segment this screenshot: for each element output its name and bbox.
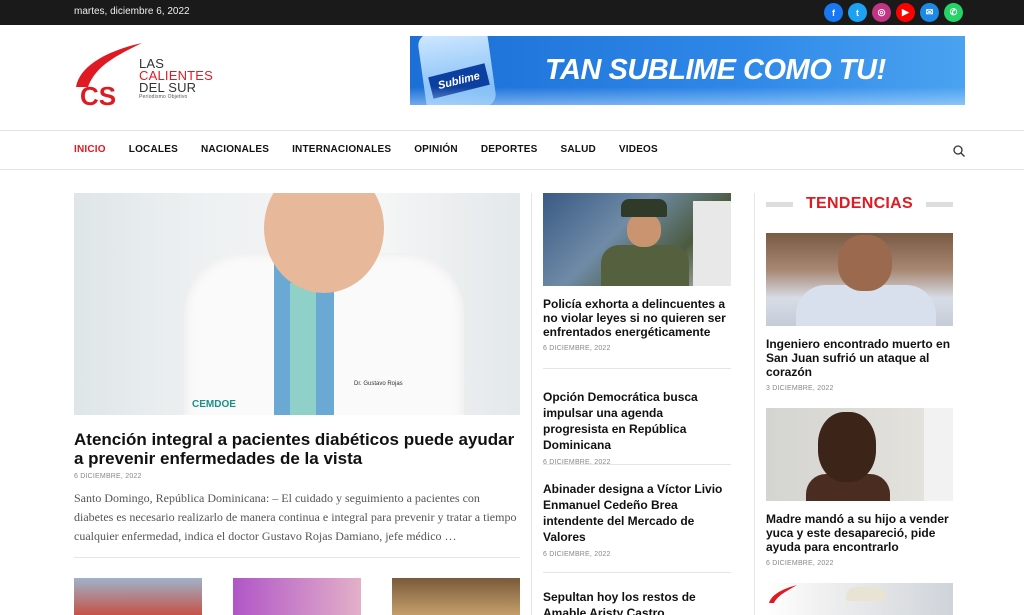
main-nav: INICIO LOCALES NACIONALES INTERNACIONALE… [0, 131, 1024, 170]
nav-item-inicio[interactable]: INICIO [74, 144, 106, 155]
nav-item-opinion[interactable]: OPINIÓN [414, 144, 458, 155]
trending-date: 6 DICIEMBRE, 2022 [766, 560, 834, 567]
image-badge: CEMDOE [192, 399, 236, 410]
article-title[interactable]: Opción Democrática busca impulsar una ag… [543, 389, 731, 453]
middle-column [543, 193, 731, 286]
article-image[interactable] [543, 193, 731, 286]
email-icon[interactable]: ✉ [920, 3, 939, 22]
column-divider [531, 193, 532, 615]
hero-title[interactable]: Atención integral a pacientes diabéticos… [74, 430, 520, 468]
nav-item-salud[interactable]: SALUD [560, 144, 595, 155]
trending-item: Madre mandó a su hijo a vender yuca y es… [766, 408, 953, 567]
hero-date: 6 DICIEMBRE, 2022 [74, 473, 142, 480]
nav-item-internacionales[interactable]: INTERNACIONALES [292, 144, 391, 155]
twitter-icon[interactable]: t [848, 3, 867, 22]
image-name-tag: Dr. Gustavo Rojas [354, 381, 403, 387]
top-bar: martes, diciembre 6, 2022 f t ◎ ▶ ✉ ✆ [0, 0, 1024, 25]
logo-tagline: Periodismo Objetivo [139, 94, 188, 100]
hero-image[interactable]: CEMDOE Dr. Gustavo Rojas [74, 193, 520, 415]
divider [543, 368, 731, 369]
instagram-icon[interactable]: ◎ [872, 3, 891, 22]
logo-text: LAS CALIENTES DEL SUR Periodismo Objetiv… [139, 57, 213, 101]
current-date: martes, diciembre 6, 2022 [74, 6, 190, 17]
logo-line-3: DEL SUR [139, 80, 197, 95]
trending-label: TENDENCIAS [805, 195, 913, 212]
ad-banner[interactable]: Sublime TAN SUBLIME COMO TU! [410, 36, 965, 105]
divider [74, 557, 520, 558]
thumbnail-row [74, 578, 520, 615]
trending-title[interactable]: Ingeniero encontrado muerto en San Juan … [766, 337, 953, 379]
site-header: CS LAS CALIENTES DEL SUR Periodismo Obje… [0, 25, 1024, 131]
article-title[interactable]: Sepultan hoy los restos de Amable Aristy… [543, 589, 731, 615]
article-date: 6 DICIEMBRE, 2022 [543, 345, 611, 352]
divider [543, 464, 731, 465]
logo-mark-icon: CS [76, 43, 142, 111]
logo-initials: CS [80, 81, 116, 111]
article-title[interactable]: Abinader designa a Víctor Livio Enmanuel… [543, 481, 731, 545]
article-card: Abinader designa a Víctor Livio Enmanuel… [543, 481, 731, 558]
thumbnail-1[interactable] [74, 578, 202, 615]
nav-item-locales[interactable]: LOCALES [129, 144, 178, 155]
logo-mark-icon [769, 585, 797, 603]
nav-item-deportes[interactable]: DEPORTES [481, 144, 538, 155]
trending-heading: TENDENCIAS [766, 195, 953, 213]
banner-wave [410, 87, 965, 105]
thumbnail-2[interactable] [233, 578, 361, 615]
social-links: f t ◎ ▶ ✉ ✆ [824, 3, 963, 22]
trending-title[interactable]: Madre mandó a su hijo a vender yuca y es… [766, 512, 953, 554]
nav-item-nacionales[interactable]: NACIONALES [201, 144, 269, 155]
column-divider [754, 193, 755, 615]
divider [543, 572, 731, 573]
banner-slogan: TAN SUBLIME COMO TU! [545, 54, 886, 86]
whatsapp-icon[interactable]: ✆ [944, 3, 963, 22]
trending-date: 3 DICIEMBRE, 2022 [766, 385, 834, 392]
hero-excerpt: Santo Domingo, República Dominicana: – E… [74, 491, 517, 543]
facebook-icon[interactable]: f [824, 3, 843, 22]
trending-image[interactable] [766, 583, 953, 615]
article-card: Policía exhorta a delincuentes a no viol… [543, 297, 731, 352]
article-card: Sepultan hoy los restos de Amable Aristy… [543, 589, 731, 615]
article-title[interactable]: Policía exhorta a delincuentes a no viol… [543, 297, 731, 339]
trending-image[interactable] [766, 408, 953, 501]
search-icon[interactable] [953, 145, 965, 157]
trending-item: Ingeniero encontrado muerto en San Juan … [766, 233, 953, 392]
nav-item-videos[interactable]: VIDEOS [619, 144, 658, 155]
article-date: 6 DICIEMBRE, 2022 [543, 551, 611, 558]
thumbnail-3[interactable] [392, 578, 520, 615]
article-card: Opción Democrática busca impulsar una ag… [543, 389, 731, 466]
youtube-icon[interactable]: ▶ [896, 3, 915, 22]
trending-image[interactable] [766, 233, 953, 326]
